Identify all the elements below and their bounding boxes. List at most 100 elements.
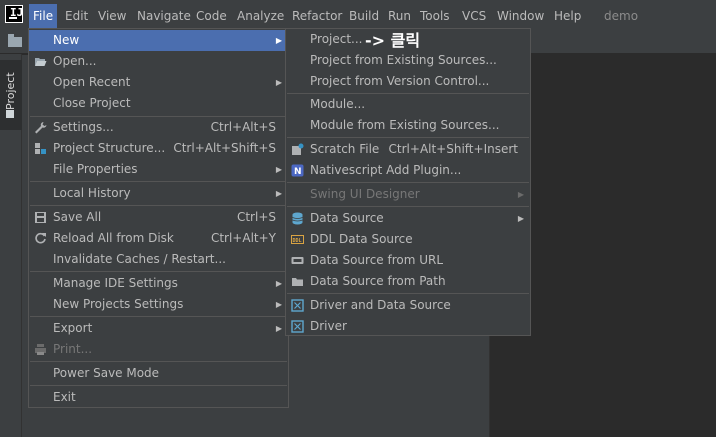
print-icon [35,344,46,355]
menu-view[interactable]: View [98,6,126,26]
project-tab-icon [6,110,14,118]
new-project-label: Project... [310,32,363,46]
driver-icon [291,299,304,312]
new-module[interactable]: Module... [286,94,530,115]
file-menu-settings-shortcut: Ctrl+Alt+S [210,120,276,134]
project-tab-label[interactable]: Project [0,66,22,116]
menu-analyze[interactable]: Analyze [237,6,284,26]
new-module-from-existing-sources-label: Module from Existing Sources... [310,118,500,132]
new-data-source-from-path-label: Data Source from Path [310,274,446,288]
save-icon [35,212,46,223]
menu-edit[interactable]: Edit [65,6,88,26]
new-project-from-existing-sources-label: Project from Existing Sources... [310,53,497,67]
new-project-from-vcs[interactable]: Project from Version Control... [286,71,530,92]
file-menu-open-recent[interactable]: Open Recent ▶ [29,72,288,93]
file-menu-settings[interactable]: Settings... Ctrl+Alt+S [29,117,288,138]
file-menu-save-all-shortcut: Ctrl+S [236,210,276,224]
menu-navigate[interactable]: Navigate [137,6,191,26]
menu-separator [30,181,287,182]
new-module-from-existing-sources[interactable]: Module from Existing Sources... [286,115,530,136]
file-menu-manage-ide-settings[interactable]: Manage IDE Settings ▶ [29,273,288,294]
new-scratch-file-shortcut: Ctrl+Alt+Shift+Insert [388,142,518,156]
new-project-from-existing-sources[interactable]: Project from Existing Sources... [286,50,530,71]
file-menu-new[interactable]: New ▶ [29,30,288,51]
new-driver-and-data-source[interactable]: Driver and Data Source [286,295,530,316]
file-menu-project-structure-label: Project Structure... [53,141,166,155]
file-menu-exit[interactable]: Exit [29,387,288,408]
file-menu-reload-all-label: Reload All from Disk [53,231,174,245]
file-menu-local-history[interactable]: Local History ▶ [29,183,288,204]
file-menu-new-projects-settings-label: New Projects Settings [53,297,184,311]
new-driver-and-data-source-label: Driver and Data Source [310,298,451,312]
new-scratch-file[interactable]: Scratch File Ctrl+Alt+Shift+Insert [286,139,530,160]
file-menu-settings-label: Settings... [53,120,114,134]
wrench-icon [35,122,47,134]
file-menu-power-save-mode[interactable]: Power Save Mode [29,363,288,384]
new-data-source-from-url-label: Data Source from URL [310,253,444,267]
file-menu-project-structure-shortcut: Ctrl+Alt+Shift+S [173,141,276,155]
new-swing-ui-designer[interactable]: Swing UI Designer ▶ [286,184,530,205]
menu-run[interactable]: Run [388,6,411,26]
new-nativescript-add-plugin-label: Nativescript Add Plugin... [310,163,462,177]
menu-code[interactable]: Code [196,6,227,26]
file-menu-print[interactable]: Print... [29,339,288,360]
file-menu-manage-ide-settings-label: Manage IDE Settings [53,276,178,290]
new-driver-label: Driver [310,319,347,333]
project-name: demo [604,9,639,23]
menu-separator [30,361,287,362]
new-project-from-vcs-label: Project from Version Control... [310,74,490,88]
file-menu-local-history-label: Local History [53,186,131,200]
file-menu-save-all[interactable]: Save All Ctrl+S [29,207,288,228]
file-menu-open-label: Open... [53,54,97,68]
url-icon [291,257,304,264]
submenu-arrow-icon: ▶ [517,190,524,199]
menu-refactor[interactable]: Refactor [292,6,342,26]
file-menu-close-project[interactable]: Close Project [29,93,288,114]
file-menu-file-properties-label: File Properties [53,162,138,176]
project-structure-icon [35,143,46,154]
database-icon [292,212,303,225]
file-menu-file-properties[interactable]: File Properties ▶ [29,159,288,180]
file-menu-export[interactable]: Export ▶ [29,318,288,339]
new-module-label: Module... [310,97,366,111]
file-menu-invalidate-caches[interactable]: Invalidate Caches / Restart... [29,249,288,270]
file-menu-export-label: Export [53,321,93,335]
menu-bar: IJ File Edit View Navigate Code Analyze … [0,0,716,30]
menu-separator [30,385,287,386]
menu-file[interactable]: File [29,4,58,28]
submenu-arrow-icon: ▶ [275,300,282,309]
scratch-file-icon [292,143,304,155]
app-logo-icon[interactable]: IJ [5,5,23,23]
new-nativescript-add-plugin[interactable]: N Nativescript Add Plugin... [286,160,530,181]
file-menu-open[interactable]: Open... [29,51,288,72]
file-menu-reload-all[interactable]: Reload All from Disk Ctrl+Alt+Y [29,228,288,249]
new-driver[interactable]: Driver [286,316,530,337]
folder-open-icon [35,58,47,66]
folder-icon[interactable] [8,34,22,47]
new-submenu: Project... Project from Existing Sources… [285,28,531,336]
svg-text:DDL: DDL [293,238,302,244]
nativescript-icon: N [291,164,304,177]
file-menu-new-projects-settings[interactable]: New Projects Settings ▶ [29,294,288,315]
folder-icon [292,278,303,286]
menu-separator [287,206,529,207]
menu-build[interactable]: Build [349,6,379,26]
menu-vcs[interactable]: VCS [462,6,486,26]
file-menu-reload-all-shortcut: Ctrl+Alt+Y [210,231,276,245]
new-ddl-data-source[interactable]: DDL DDL Data Source [286,229,530,250]
reload-icon [35,232,46,244]
menu-window[interactable]: Window [497,6,544,26]
menu-help[interactable]: Help [554,6,581,26]
new-data-source-from-url[interactable]: Data Source from URL [286,250,530,271]
new-data-source-label: Data Source [310,211,384,225]
file-menu-open-recent-label: Open Recent [53,75,131,89]
menu-tools[interactable]: Tools [420,6,450,26]
submenu-arrow-icon: ▶ [275,279,282,288]
file-menu-save-all-label: Save All [53,210,102,224]
menu-separator [287,182,529,183]
new-data-source-from-path[interactable]: Data Source from Path [286,271,530,292]
new-data-source[interactable]: Data Source ▶ [286,208,530,229]
submenu-arrow-icon: ▶ [275,78,282,87]
file-menu-project-structure[interactable]: Project Structure... Ctrl+Alt+Shift+S [29,138,288,159]
new-ddl-data-source-label: DDL Data Source [310,232,413,246]
